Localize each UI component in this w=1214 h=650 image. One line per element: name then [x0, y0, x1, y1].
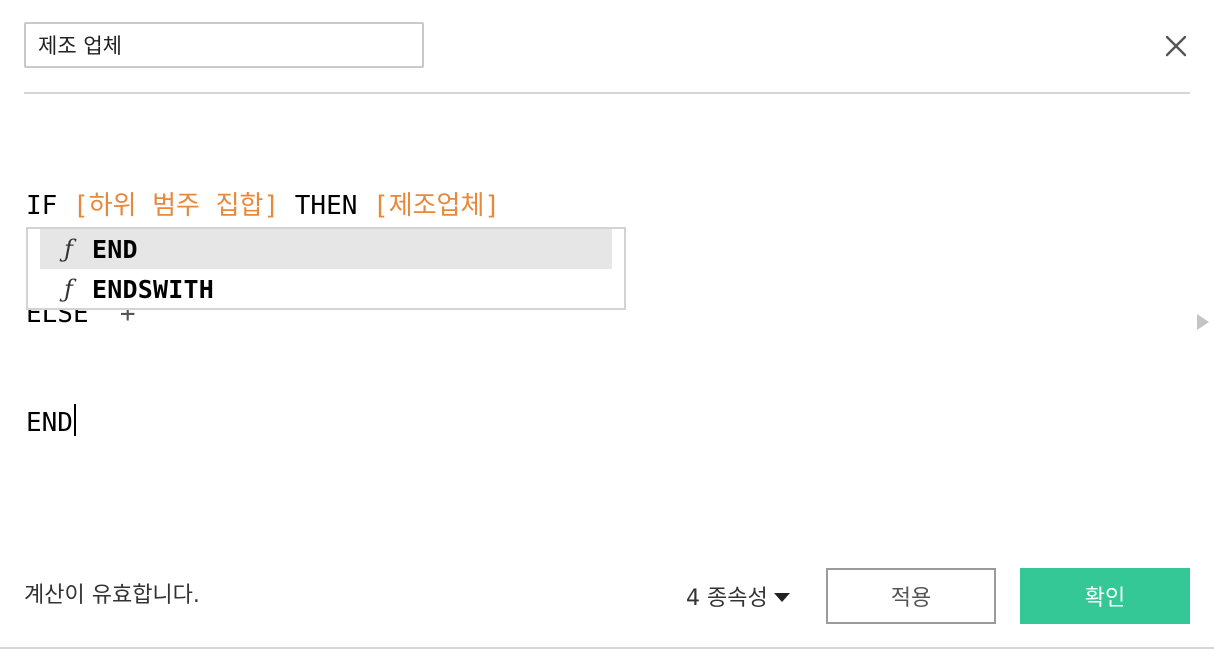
keyword-if: IF: [26, 191, 58, 221]
dependencies-label: 4 종속성: [686, 586, 768, 611]
autocomplete-item-end[interactable]: ƒ END: [40, 229, 612, 269]
calculation-name-input[interactable]: [24, 22, 424, 68]
close-button[interactable]: [1160, 30, 1192, 62]
apply-button[interactable]: 적용: [826, 568, 996, 624]
text-caret: [73, 404, 76, 436]
keyword-then: THEN: [294, 191, 358, 221]
field-manufacturer: [제조업체]: [373, 191, 501, 221]
footer-divider: [0, 647, 1214, 649]
formula-line-3: END: [26, 404, 1186, 440]
caret-down-icon: [773, 592, 790, 602]
formula-line-1: IF [하위 범주 집합] THEN [제조업체]: [26, 188, 1186, 224]
keyword-end: END: [26, 408, 73, 438]
function-icon: ƒ: [64, 235, 73, 263]
triangle-right-icon: [1197, 314, 1209, 330]
ok-button[interactable]: 확인: [1020, 568, 1190, 624]
autocomplete-list: ƒ END ƒ ENDSWITH: [26, 227, 626, 310]
autocomplete-item-endswith[interactable]: ƒ ENDSWITH: [40, 269, 612, 309]
autocomplete-item-label: ENDSWITH: [92, 274, 215, 304]
autocomplete-item-label: END: [92, 234, 138, 264]
validation-status: 계산이 유효합니다.: [24, 583, 200, 608]
expand-panel-button[interactable]: [1196, 313, 1210, 331]
close-icon: [1165, 35, 1187, 57]
function-icon: ƒ: [64, 275, 73, 303]
header-divider: [24, 92, 1190, 94]
formula-editor[interactable]: IF [하위 범주 집합] THEN [제조업체] ELSE '+' END: [26, 116, 1186, 438]
dependencies-dropdown[interactable]: 4 종속성: [686, 580, 790, 612]
field-subcategory-set: [하위 범주 집합]: [72, 191, 280, 221]
